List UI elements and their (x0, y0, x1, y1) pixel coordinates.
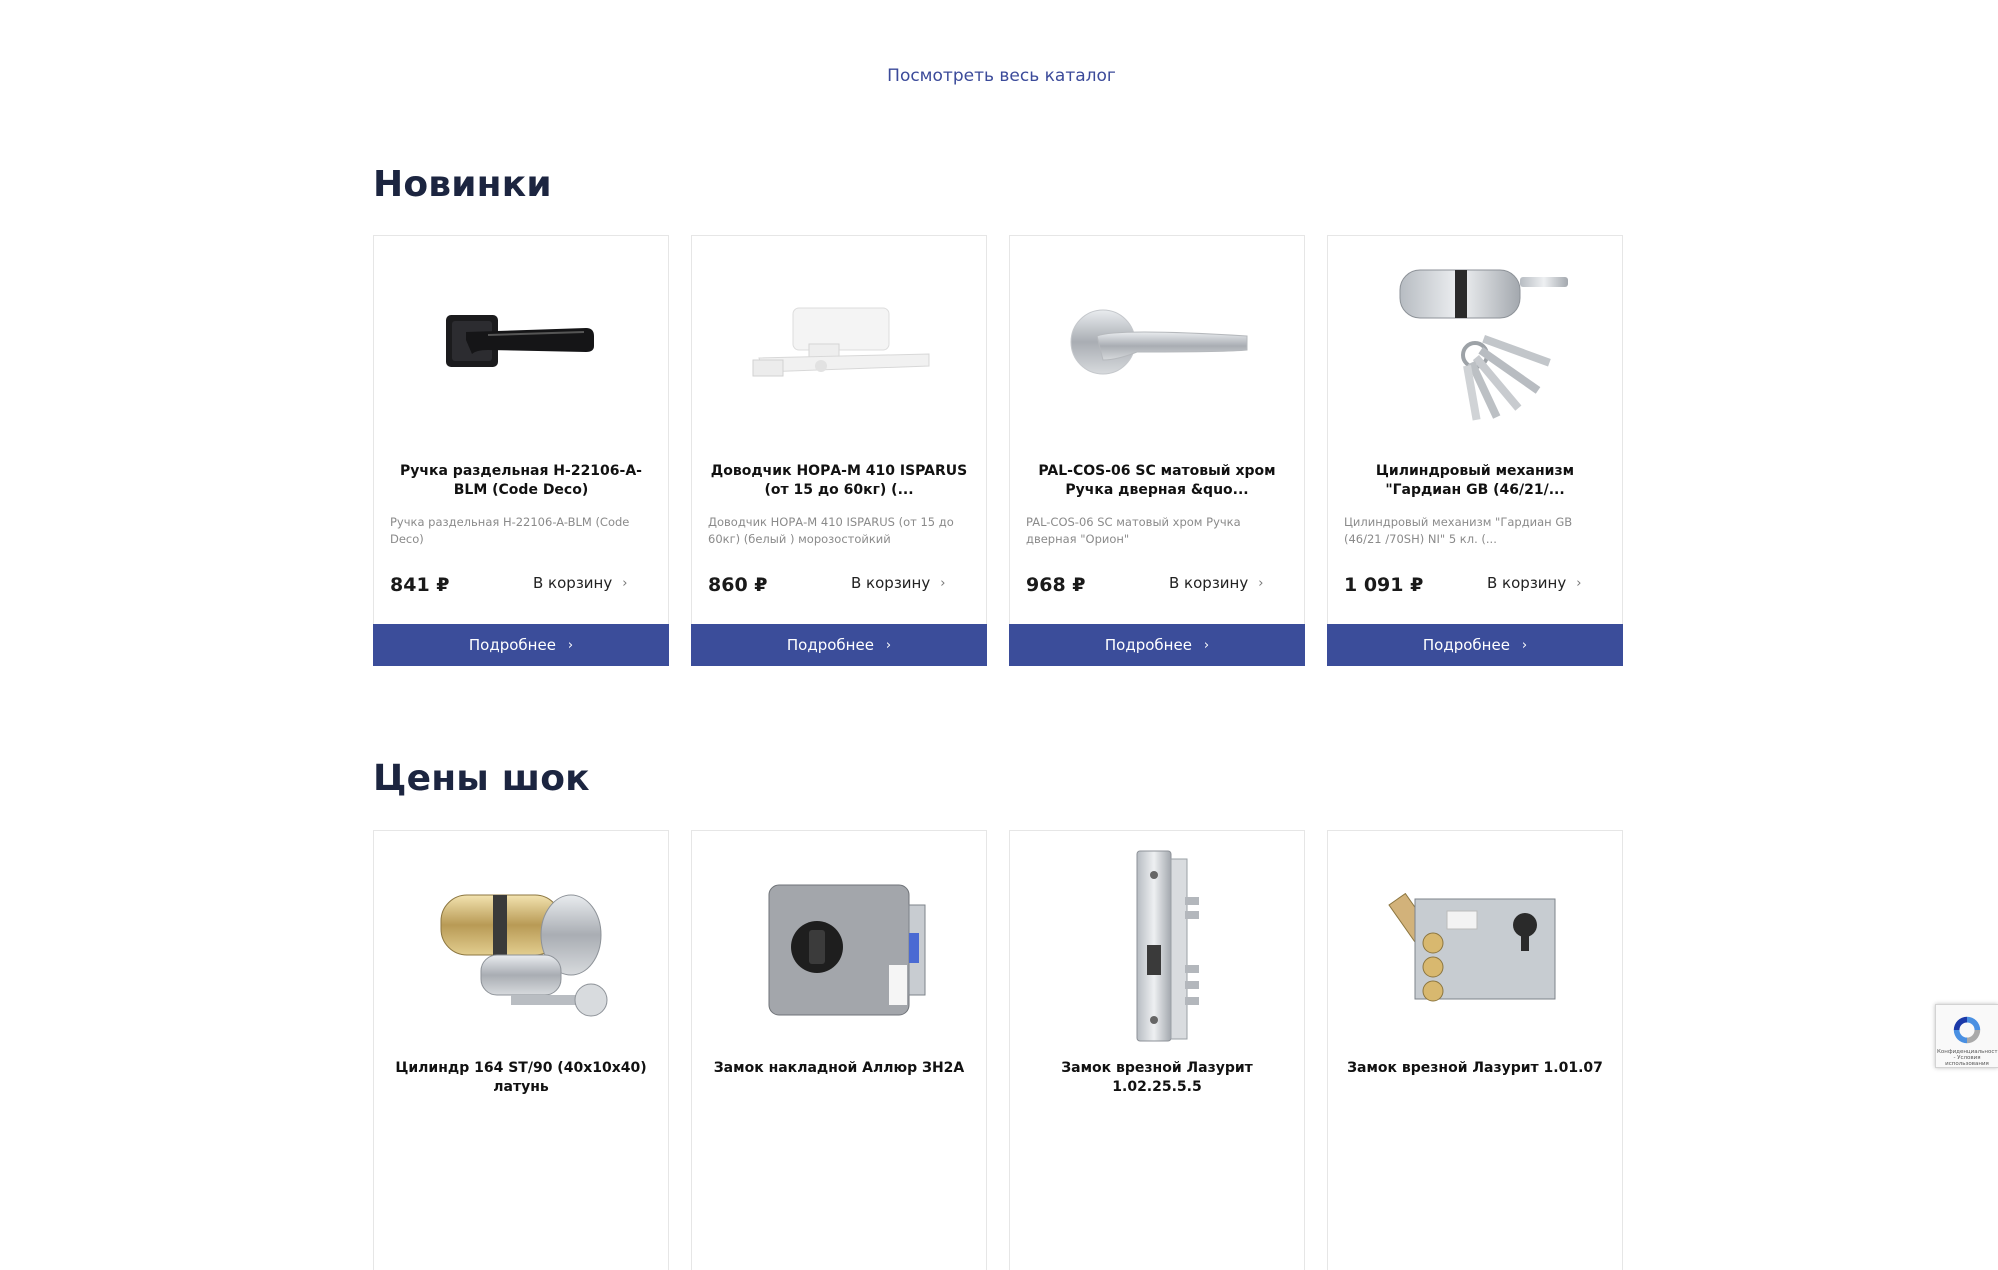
chevron-right-icon: › (885, 637, 892, 653)
chevron-right-icon: › (1258, 575, 1264, 591)
price-shock-grid: Цилиндр 164 ST/90 (40х10х40) латунь Замо… (373, 830, 1623, 1270)
details-button[interactable]: Подробнее › (373, 624, 669, 666)
product-title[interactable]: Ручка раздельная H-22106-A-BLM (Code Dec… (388, 462, 654, 500)
section-title-price-shock: Цены шок (373, 758, 590, 799)
product-image-door-handle-chrome[interactable] (1010, 250, 1304, 430)
product-image-cylinder-brass[interactable] (374, 845, 668, 1045)
product-title[interactable]: Доводчик НОРА-М 410 ISPARUS (от 15 до 60… (706, 462, 972, 500)
product-title[interactable]: PAL-COS-06 SC матовый хром Ручка дверная… (1024, 462, 1290, 500)
product-image-door-closer-white[interactable] (692, 250, 986, 430)
recaptcha-privacy-text[interactable]: Конфиденциальность - Условия использован… (1937, 1049, 1998, 1067)
product-image-mortise-lock-wide[interactable] (1328, 845, 1622, 1045)
product-image-mortise-lock-narrow[interactable] (1010, 845, 1304, 1045)
chevron-right-icon: › (1576, 575, 1582, 591)
product-title[interactable]: Замок врезной Лазурит 1.01.07 (1342, 1059, 1608, 1078)
product-image-cylinder-with-keys[interactable] (1328, 250, 1622, 430)
add-to-cart-button[interactable]: В корзину › (1487, 574, 1581, 592)
add-to-cart-button[interactable]: В корзину › (533, 574, 627, 592)
product-price: 841 ₽ (390, 574, 450, 596)
product-title[interactable]: Цилиндровый механизм "Гардиан GB (46/21/… (1342, 462, 1608, 500)
chevron-right-icon: › (940, 575, 946, 591)
product-card: Замок врезной Лазурит 1.01.07 (1327, 830, 1623, 1270)
chevron-right-icon: › (622, 575, 628, 591)
add-to-cart-label: В корзину (851, 574, 931, 592)
add-to-cart-button[interactable]: В корзину › (851, 574, 945, 592)
product-card: PAL-COS-06 SC матовый хром Ручка дверная… (1009, 235, 1305, 666)
details-button[interactable]: Подробнее › (1009, 624, 1305, 666)
new-products-grid: Ручка раздельная H-22106-A-BLM (Code Dec… (373, 235, 1623, 666)
details-button[interactable]: Подробнее › (691, 624, 987, 666)
product-card: Замок врезной Лазурит 1.02.25.5.5 (1009, 830, 1305, 1270)
details-label: Подробнее (1422, 636, 1510, 654)
product-title[interactable]: Замок накладной Аллюр ЗН2А (706, 1059, 972, 1078)
view-catalog-link[interactable]: Посмотреть весь каталог (0, 66, 1998, 86)
recaptcha-icon (1953, 1016, 1981, 1044)
details-label: Подробнее (1104, 636, 1192, 654)
product-price: 1 091 ₽ (1344, 574, 1424, 596)
product-price: 968 ₽ (1026, 574, 1086, 596)
add-to-cart-label: В корзину (1169, 574, 1249, 592)
product-title[interactable]: Замок врезной Лазурит 1.02.25.5.5 (1024, 1059, 1290, 1097)
section-title-new: Новинки (373, 164, 552, 205)
recaptcha-badge[interactable]: Конфиденциальность - Условия использован… (1935, 1004, 1998, 1068)
chevron-right-icon: › (567, 637, 574, 653)
add-to-cart-label: В корзину (533, 574, 613, 592)
details-button[interactable]: Подробнее › (1327, 624, 1623, 666)
details-label: Подробнее (468, 636, 556, 654)
product-description: Доводчик НОРА-М 410 ISPARUS (от 15 до 60… (708, 515, 954, 546)
chevron-right-icon: › (1203, 637, 1210, 653)
product-price: 860 ₽ (708, 574, 768, 596)
add-to-cart-button[interactable]: В корзину › (1169, 574, 1263, 592)
product-image-rim-lock[interactable] (692, 845, 986, 1045)
details-label: Подробнее (786, 636, 874, 654)
product-description: Цилиндровый механизм "Гардиан GB (46/21 … (1344, 515, 1573, 546)
product-card: Цилиндр 164 ST/90 (40х10х40) латунь (373, 830, 669, 1270)
add-to-cart-label: В корзину (1487, 574, 1567, 592)
product-description: Ручка раздельная H-22106-A-BLM (Code Dec… (390, 515, 630, 546)
product-image-door-handle-black[interactable] (374, 250, 668, 430)
product-title[interactable]: Цилиндр 164 ST/90 (40х10х40) латунь (388, 1059, 654, 1097)
product-card: Цилиндровый механизм "Гардиан GB (46/21/… (1327, 235, 1623, 666)
product-card: Замок накладной Аллюр ЗН2А (691, 830, 987, 1270)
product-card: Доводчик НОРА-М 410 ISPARUS (от 15 до 60… (691, 235, 987, 666)
chevron-right-icon: › (1521, 637, 1528, 653)
product-card: Ручка раздельная H-22106-A-BLM (Code Dec… (373, 235, 669, 666)
product-description: PAL-COS-06 SC матовый хром Ручка дверная… (1026, 515, 1241, 546)
